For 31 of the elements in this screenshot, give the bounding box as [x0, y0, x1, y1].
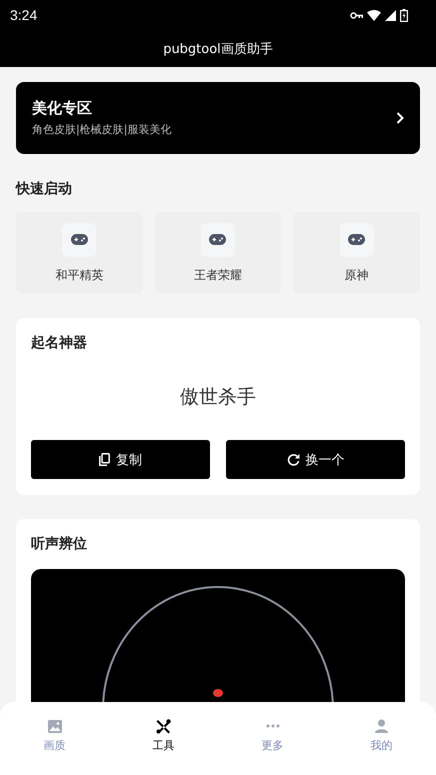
key-icon — [350, 12, 363, 18]
gamepad-icon — [62, 222, 96, 256]
status-time: 3:24 — [10, 7, 38, 23]
wifi-icon — [367, 10, 381, 20]
game-launch-card[interactable]: 原神 — [293, 212, 420, 294]
more-icon — [266, 724, 280, 728]
nav-tab[interactable]: 更多 — [218, 718, 327, 753]
gamepad-icon — [340, 222, 374, 256]
gamepad-icon — [200, 222, 235, 256]
change-button[interactable]: 换一个 — [226, 440, 405, 479]
card-title: 起名神器 — [31, 334, 88, 352]
banner-title: 美化专区 — [32, 99, 93, 118]
nav-tab[interactable]: 工具 — [109, 718, 218, 753]
signal-icon — [385, 10, 396, 20]
refresh-icon — [286, 453, 300, 466]
image-icon — [48, 720, 62, 732]
copy-button[interactable]: 复制 — [31, 440, 210, 479]
generated-name: 傲世杀手 — [179, 385, 257, 410]
section-title: 快速启动 — [16, 180, 73, 198]
user-icon — [375, 719, 388, 733]
app-title: pubgtool画质助手 — [163, 40, 273, 58]
chevron-right-icon — [396, 112, 404, 124]
battery-icon — [400, 8, 408, 22]
copy-icon — [99, 453, 110, 466]
card-title: 听声辨位 — [31, 535, 88, 553]
game-launch-card[interactable]: 王者荣耀 — [154, 212, 282, 294]
banner-subtitle: 角色皮肤|枪械皮肤|服装美化 — [32, 122, 172, 137]
tools-icon — [156, 718, 171, 734]
sound-dot — [213, 689, 223, 697]
game-launch-card[interactable]: 和平精英 — [16, 212, 143, 294]
beautify-banner[interactable]: 美化专区 角色皮肤|枪械皮肤|服装美化 — [16, 82, 420, 154]
